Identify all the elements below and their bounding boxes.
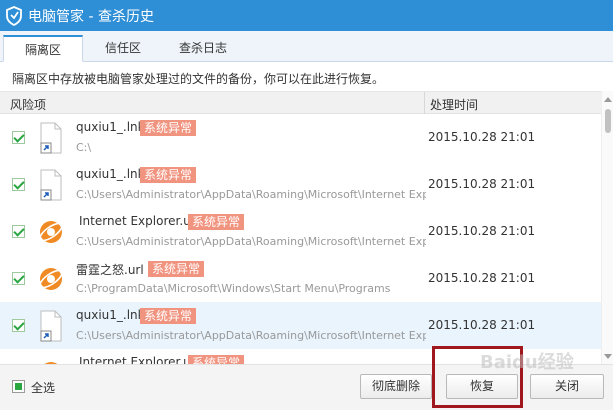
status-badge: 系统异常 — [188, 214, 245, 230]
tab-scan-log[interactable]: 查杀日志 — [162, 35, 244, 62]
title-bar: 电脑管家 - 查杀历史 — [0, 0, 613, 31]
status-badge: 系统异常 — [140, 167, 197, 183]
shield-logo-icon — [6, 5, 22, 26]
scroll-up-icon[interactable] — [604, 97, 612, 102]
item-checkbox[interactable] — [12, 225, 25, 238]
shortcut-file-icon — [40, 122, 62, 154]
list-header: 风险项 处理时间 — [0, 91, 601, 114]
tab-bar: 隔离区 信任区 查杀日志 — [0, 31, 613, 62]
item-checkbox[interactable] — [12, 272, 25, 285]
file-name: quxiu1_.lnk — [76, 308, 145, 322]
list-item[interactable]: quxiu1_.lnk 系统异常 C:\ 2015.10.28 21:01 — [0, 114, 601, 161]
file-path: C:\Users\Administrator\AppData\Roaming\M… — [76, 235, 426, 248]
url-file-icon — [39, 268, 63, 290]
file-path: C:\Users\Administrator\AppData\Roaming\M… — [76, 329, 426, 342]
quarantine-description: 隔离区中存放被电脑管家处理过的文件的备份，你可以在此进行恢复。 — [12, 72, 385, 86]
tab-quarantine[interactable]: 隔离区 — [3, 35, 83, 62]
process-time: 2015.10.28 21:01 — [428, 271, 536, 285]
url-file-icon — [39, 221, 63, 243]
file-path: C:\Users\Administrator\AppData\Roaming\M… — [76, 188, 426, 201]
file-path: C:\ProgramData\Microsoft\Windows\Start M… — [76, 282, 391, 295]
tab-trusted[interactable]: 信任区 — [84, 35, 162, 62]
delete-permanently-button[interactable]: 彻底删除 — [360, 374, 432, 399]
status-badge: 系统异常 — [148, 261, 205, 277]
process-time: 2015.10.28 21:01 — [428, 130, 536, 144]
column-time[interactable]: 处理时间 — [430, 96, 478, 113]
file-name: Internet Explorer.url — [79, 214, 200, 228]
window-title: 电脑管家 - 查杀历史 — [28, 8, 154, 25]
process-time: 2015.10.28 21:01 — [428, 177, 536, 191]
select-all-label[interactable]: 全选 — [31, 379, 55, 396]
file-path: C:\ — [76, 141, 92, 154]
process-time: 2015.10.28 21:01 — [428, 224, 536, 238]
list-item[interactable]: 雷霆之怒.url 系统异常 C:\ProgramData\Microsoft\W… — [0, 255, 601, 302]
file-name: Internet Explorer.url — [79, 355, 200, 364]
item-checkbox[interactable] — [12, 178, 25, 191]
status-badge: 系统异常 — [140, 120, 197, 136]
quarantine-list: quxiu1_.lnk 系统异常 C:\ 2015.10.28 21:01 qu… — [0, 114, 601, 364]
item-checkbox[interactable] — [12, 131, 25, 144]
list-item[interactable]: Internet Explorer.url 系统异常 C:\Users\Admi… — [0, 208, 601, 255]
list-scrollbar[interactable] — [601, 91, 613, 364]
list-item[interactable]: quxiu1_.lnk 系统异常 C:\Users\Administrator\… — [0, 302, 601, 349]
item-checkbox[interactable] — [12, 319, 25, 332]
column-risk-item[interactable]: 风险项 — [10, 96, 46, 113]
shortcut-file-icon — [40, 169, 62, 201]
list-item[interactable]: quxiu1_.lnk 系统异常 C:\Users\Administrator\… — [0, 161, 601, 208]
column-divider — [424, 92, 425, 114]
file-name: 雷霆之怒.url — [76, 263, 144, 277]
scroll-thumb[interactable] — [605, 109, 611, 133]
select-all-checkbox[interactable] — [12, 380, 25, 393]
scroll-down-icon[interactable] — [604, 354, 612, 359]
watermark: Baidu经验 — [480, 352, 574, 373]
shortcut-file-icon — [40, 310, 62, 342]
close-button[interactable]: 关闭 — [530, 374, 604, 399]
url-file-icon — [39, 362, 63, 364]
status-badge: 系统异常 — [140, 308, 197, 324]
file-name: quxiu1_.lnk — [76, 120, 145, 134]
file-name: quxiu1_.lnk — [76, 167, 145, 181]
status-badge: 系统异常 — [188, 355, 245, 364]
process-time: 2015.10.28 21:01 — [428, 318, 536, 332]
